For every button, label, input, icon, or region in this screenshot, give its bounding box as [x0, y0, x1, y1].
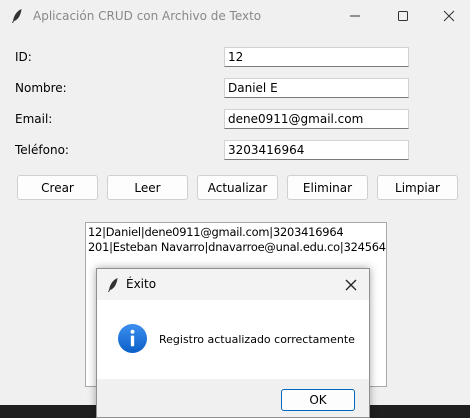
info-icon	[117, 323, 148, 354]
minimize-button[interactable]	[332, 0, 378, 32]
telefono-label: Teléfono:	[15, 143, 69, 157]
success-dialog: Éxito Registro actualizado correctamente…	[96, 268, 370, 418]
title-bar[interactable]: Aplicación CRUD con Archivo de Texto	[0, 0, 470, 32]
record-line: 201|Esteban Navarro|dnavarroe@unal.edu.c…	[88, 240, 387, 254]
dialog-title-bar[interactable]: Éxito	[97, 269, 369, 300]
dialog-close-button[interactable]	[341, 275, 361, 295]
close-button[interactable]	[426, 0, 470, 32]
actualizar-button[interactable]: Actualizar	[197, 175, 278, 200]
feather-icon	[12, 9, 22, 23]
dialog-title: Éxito	[126, 277, 157, 291]
limpiar-button[interactable]: Limpiar	[377, 175, 458, 200]
maximize-button[interactable]	[380, 0, 426, 32]
maximize-icon	[398, 11, 408, 21]
feather-icon	[108, 278, 118, 292]
ok-button[interactable]: OK	[281, 389, 355, 411]
nombre-field[interactable]: Daniel E	[224, 78, 409, 98]
nombre-label: Nombre:	[15, 81, 67, 95]
eliminar-button[interactable]: Eliminar	[287, 175, 368, 200]
minimize-icon	[350, 15, 360, 17]
close-icon	[345, 279, 357, 291]
record-line: 12|Daniel|dene0911@gmail.com|3203416964	[88, 225, 344, 239]
window-title: Aplicación CRUD con Archivo de Texto	[33, 9, 262, 23]
email-label: Email:	[15, 112, 53, 126]
leer-button[interactable]: Leer	[107, 175, 188, 200]
email-field[interactable]: dene0911@gmail.com	[224, 109, 409, 129]
telefono-field[interactable]: 3203416964	[224, 140, 409, 160]
crear-button[interactable]: Crear	[17, 175, 98, 200]
dialog-message: Registro actualizado correctamente	[159, 333, 355, 346]
id-label: ID:	[15, 50, 32, 64]
id-field[interactable]: 12	[224, 47, 409, 67]
close-icon	[443, 10, 455, 22]
dialog-footer: OK	[97, 379, 369, 417]
